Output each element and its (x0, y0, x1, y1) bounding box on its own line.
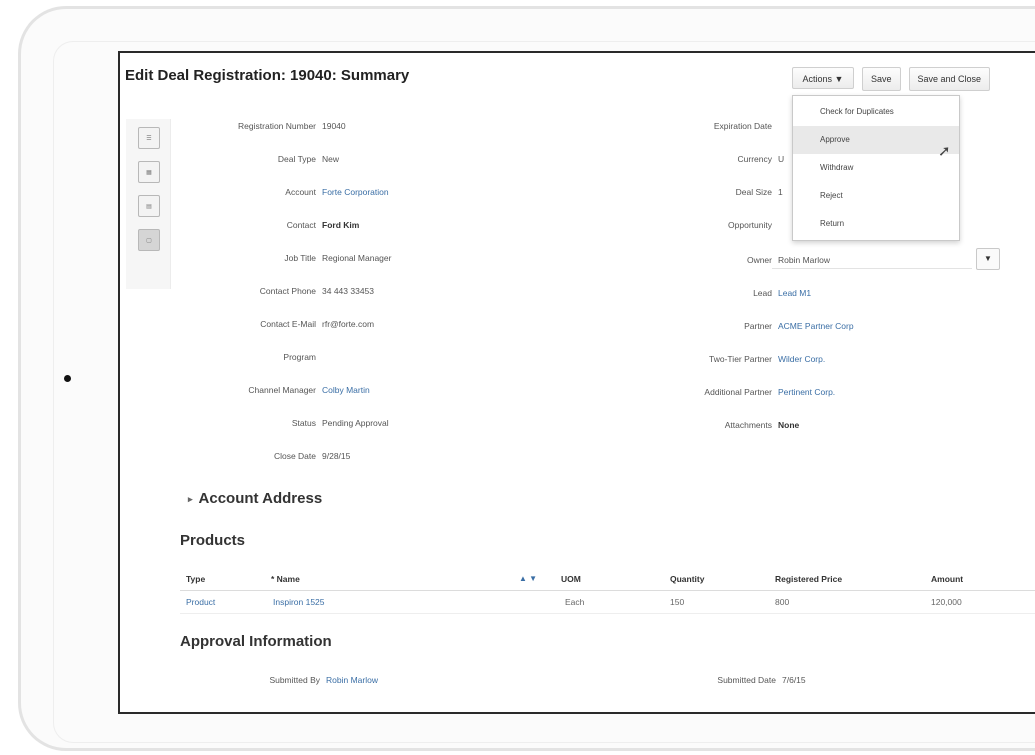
menu-item-check-duplicates[interactable]: Check for Duplicates (793, 98, 959, 126)
menu-item-reject[interactable]: Reject (793, 182, 959, 210)
field-owner: Owner Robin Marlow (120, 255, 830, 269)
field-label: Attachments (724, 420, 772, 430)
field-expiration-date: Expiration Date (120, 121, 778, 135)
field-value: 7/6/15 (782, 675, 806, 685)
column-header-quantity[interactable]: Quantity (670, 574, 704, 584)
toolbar: Actions ▼ Save Save and Close (792, 67, 991, 91)
cell-name[interactable]: Inspiron 1525 (273, 597, 325, 607)
field-label: Close Date (273, 451, 316, 461)
field-close-date: Close Date 9/28/15 (120, 451, 350, 465)
actions-button[interactable]: Actions ▼ (792, 67, 854, 89)
field-currency: Currency U (120, 154, 785, 168)
attachments-value[interactable]: None (772, 420, 799, 430)
column-header-amount[interactable]: Amount (931, 574, 963, 584)
field-label: Expiration Date (713, 121, 772, 131)
page-title: Edit Deal Registration: 19040: Summary (125, 67, 410, 84)
cell-quantity: 150 (670, 597, 685, 607)
cell-amount: 120,000 (931, 597, 962, 607)
actions-menu: Check for Duplicates Approve Withdraw Re… (792, 95, 960, 241)
field-label: Currency (737, 154, 772, 164)
sort-arrows-icon[interactable]: ▲ ▼ (519, 574, 537, 583)
lead-link[interactable]: Lead M1 (772, 288, 811, 298)
partner-link[interactable]: ACME Partner Corp (772, 321, 854, 331)
mouse-cursor-icon: ➚ (938, 143, 951, 160)
cell-type: Product (186, 597, 216, 607)
table-row[interactable]: Product Inspiron 1525 Each 150 800 120,0… (180, 591, 1035, 614)
menu-item-return[interactable]: Return (793, 210, 959, 238)
approval-heading: Approval Information (180, 633, 332, 650)
field-two-tier-partner: Two-Tier Partner Wilder Corp. (120, 354, 825, 368)
field-lead: Lead Lead M1 (120, 288, 811, 302)
column-header-type[interactable]: Type (186, 574, 205, 584)
table-header: Type * Name ▲ ▼ UOM Quantity Registered … (180, 568, 1035, 591)
app-screen: Edit Deal Registration: 19040: Summary A… (118, 51, 1035, 714)
owner-dropdown-button[interactable]: ▼ (976, 248, 1000, 270)
account-address-section[interactable]: ▸ Account Address (188, 490, 322, 507)
cell-uom: Each (565, 597, 585, 607)
column-header-name[interactable]: * Name (271, 574, 300, 584)
save-button[interactable]: Save (862, 67, 901, 91)
tablet-camera (64, 375, 71, 382)
field-additional-partner: Additional Partner Pertinent Corp. (120, 387, 835, 401)
field-label: Lead (753, 288, 772, 298)
field-attachments: Attachments None (120, 420, 800, 434)
field-deal-size: Deal Size 1 (120, 187, 783, 201)
field-opportunity: Opportunity (120, 220, 778, 234)
field-label: Owner (746, 255, 772, 265)
owner-input[interactable]: Robin Marlow (772, 255, 830, 265)
section-title: Account Address (198, 490, 323, 507)
field-label: Additional Partner (704, 387, 772, 397)
field-value: U (778, 154, 785, 164)
cell-price: 800 (775, 597, 790, 607)
save-and-close-button[interactable]: Save and Close (908, 67, 991, 91)
expand-caret-icon[interactable]: ▸ (188, 494, 193, 504)
products-table: Type * Name ▲ ▼ UOM Quantity Registered … (180, 568, 1035, 614)
field-partner: Partner ACME Partner Corp (120, 321, 854, 335)
additional-partner-link[interactable]: Pertinent Corp. (772, 387, 835, 397)
column-header-registered-price[interactable]: Registered Price (775, 574, 842, 584)
column-header-uom[interactable]: UOM (561, 574, 581, 584)
field-label: Partner (744, 321, 772, 331)
menu-item-withdraw[interactable]: Withdraw (793, 154, 959, 182)
field-submitted-date: Submitted Date 7/6/15 (120, 675, 806, 689)
products-heading: Products (180, 532, 246, 549)
field-label: Two-Tier Partner (709, 354, 772, 364)
field-label: Submitted Date (717, 675, 776, 685)
field-value: 9/28/15 (322, 451, 351, 461)
field-label: Opportunity (728, 220, 772, 230)
owner-field-underline (772, 268, 972, 269)
menu-item-approve[interactable]: Approve (793, 126, 959, 154)
two-tier-partner-link[interactable]: Wilder Corp. (772, 354, 825, 364)
field-label: Deal Size (735, 187, 772, 197)
field-value: 1 (778, 187, 783, 197)
